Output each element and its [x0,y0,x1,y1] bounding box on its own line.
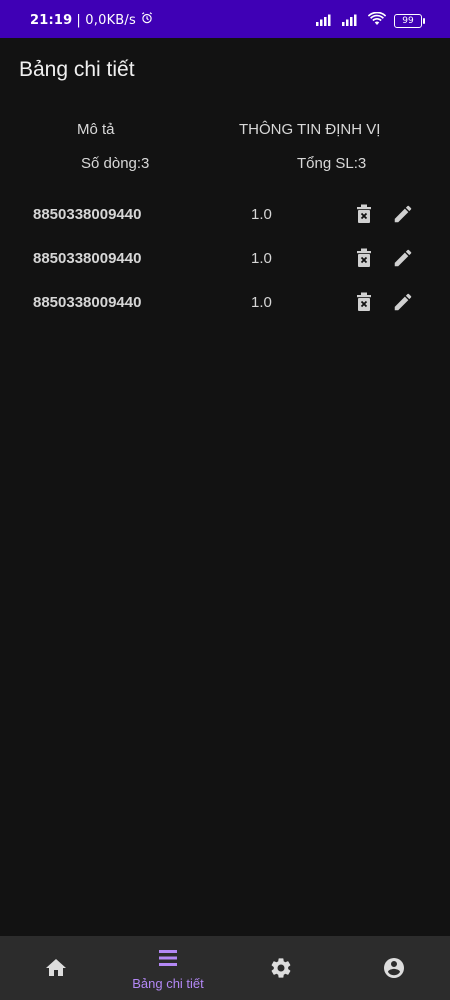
account-icon [382,956,406,985]
signal-icon-2 [342,11,360,30]
row-code: 8850338009440 [33,206,142,223]
table-row: 8850338009440 1.0 [0,194,450,234]
home-icon [44,956,68,985]
status-left: 21:19 | 0,0KB/s [30,11,154,29]
list-icon [156,946,180,975]
nav-home[interactable] [0,936,112,1000]
edit-icon[interactable] [392,203,414,225]
row-qty: 1.0 [251,206,272,223]
delete-icon[interactable] [354,291,376,313]
status-net-speed: | 0,0KB/s [76,12,136,28]
row-count-label: Số dòng:3 [81,155,150,172]
status-bar: 21:19 | 0,0KB/s 99 [0,0,450,38]
status-right: 99 [316,11,425,30]
nav-detail-table[interactable]: Bảng chi tiết [112,936,224,1000]
bottom-nav: Bảng chi tiết [0,936,450,1000]
col-info-label: THÔNG TIN ĐỊNH VỊ [239,121,381,138]
row-code: 8850338009440 [33,250,142,267]
status-time: 21:19 [30,12,73,28]
edit-icon[interactable] [392,247,414,269]
alarm-icon [140,11,154,29]
delete-icon[interactable] [354,203,376,225]
col-desc-label: Mô tả [77,121,115,138]
row-code: 8850338009440 [33,294,142,311]
edit-icon[interactable] [392,291,414,313]
gear-icon [269,956,293,985]
wifi-icon [367,11,387,30]
nav-account[interactable] [338,936,450,1000]
page-title: Bảng chi tiết [19,58,135,81]
battery-icon: 99 [394,13,425,28]
nav-settings[interactable] [225,936,337,1000]
row-qty: 1.0 [251,294,272,311]
total-qty-label: Tổng SL:3 [297,155,367,172]
table-row: 8850338009440 1.0 [0,282,450,322]
delete-icon[interactable] [354,247,376,269]
table-row: 8850338009440 1.0 [0,238,450,278]
row-qty: 1.0 [251,250,272,267]
signal-icon [316,11,334,30]
nav-detail-table-label: Bảng chi tiết [132,976,204,991]
